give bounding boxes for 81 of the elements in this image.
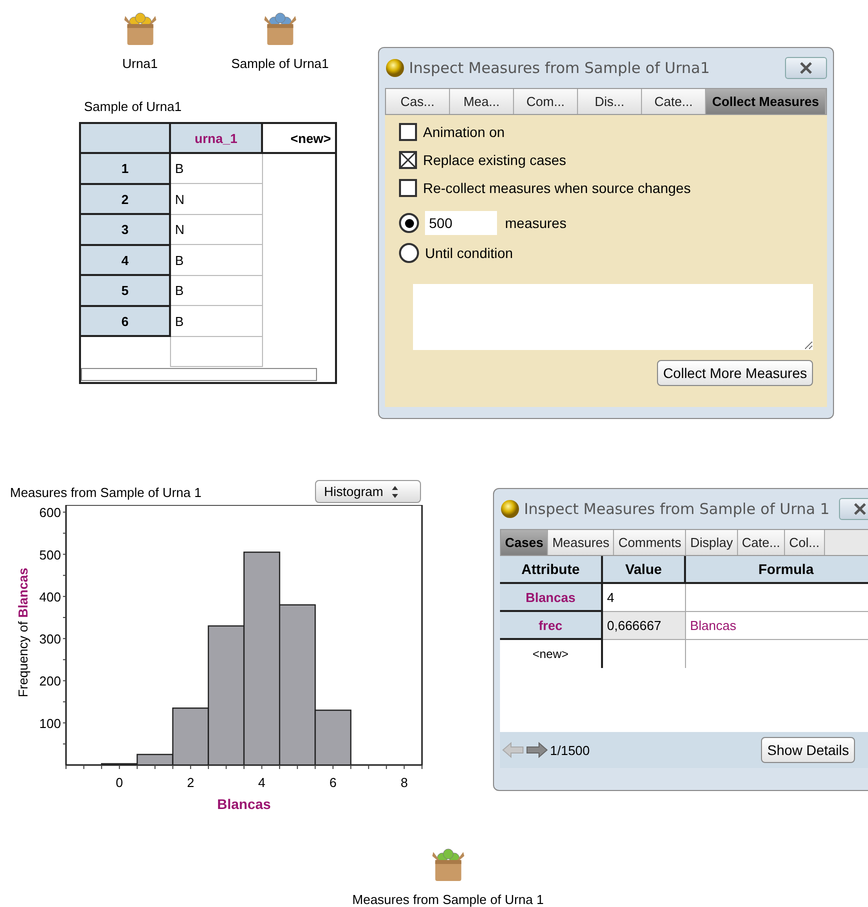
checkbox-label: Animation on: [423, 124, 505, 140]
attribute-name[interactable]: frec: [500, 612, 603, 640]
table-cell[interactable]: 0,666667: [603, 612, 686, 640]
tab[interactable]: Collect Measures: [706, 89, 826, 114]
column-header: Attribute: [500, 556, 603, 584]
tab[interactable]: Mea...: [450, 89, 514, 114]
case-counter: 1/1500: [550, 742, 590, 758]
box-icon[interactable]: [123, 10, 157, 46]
plot-type-dropdown[interactable]: Histogram: [315, 480, 421, 503]
tab[interactable]: Cas...: [386, 89, 450, 114]
graph-title: Measures from Sample of Urna 1: [10, 485, 202, 500]
tick-label: 2: [186, 775, 194, 790]
icon-label: Urna1: [122, 56, 158, 71]
stepper-icon: [391, 484, 400, 498]
row-number: 1: [80, 153, 170, 184]
condition-field[interactable]: [413, 284, 813, 350]
icon-label: Sample of Urna1: [231, 56, 329, 71]
tick-label: 300: [39, 632, 61, 647]
icon-label: Measures from Sample of Urna 1: [352, 892, 544, 907]
tab[interactable]: Col...: [785, 530, 825, 555]
column-header[interactable]: urna_1: [170, 123, 262, 154]
checkbox[interactable]: [399, 179, 417, 197]
row-number: 5: [80, 275, 170, 306]
row-number: 3: [80, 214, 170, 245]
checkbox[interactable]: [399, 123, 417, 141]
radio-button[interactable]: [399, 243, 419, 263]
tab[interactable]: Cate...: [642, 89, 706, 114]
next-arrow-icon[interactable]: [526, 742, 548, 758]
attribute-name[interactable]: Blancas: [500, 584, 603, 612]
tab[interactable]: Cate...: [738, 530, 786, 555]
column-header: Value: [603, 556, 686, 584]
table-cell[interactable]: B: [170, 275, 262, 306]
bulb-icon: [500, 499, 520, 519]
tab[interactable]: Cases: [501, 530, 548, 555]
table-cell[interactable]: N: [170, 184, 262, 214]
box-icon[interactable]: [263, 10, 297, 46]
tick-label: 8: [400, 775, 408, 790]
tab[interactable]: Dis...: [578, 89, 642, 114]
scroll-bar[interactable]: [81, 368, 317, 381]
checkbox[interactable]: [399, 151, 417, 169]
tick-label: 100: [39, 716, 61, 731]
row-number: 2: [80, 184, 170, 214]
window-title: Inspect Measures from Sample of Urna1: [409, 59, 711, 77]
tick-label: 200: [39, 674, 61, 689]
row-number: 4: [80, 244, 170, 276]
close-icon: [798, 62, 814, 74]
bulb-icon: [385, 58, 405, 78]
tick-label: 6: [329, 775, 337, 790]
table-cell[interactable]: B: [170, 244, 262, 276]
new-attribute-cell[interactable]: <new>: [500, 640, 603, 668]
axis-label: Blancas: [217, 796, 271, 812]
tick-label: 0: [116, 775, 124, 790]
window-title: Inspect Measures from Sample of Urna 1: [524, 500, 831, 518]
formula-cell[interactable]: Blancas: [686, 612, 868, 640]
close-button[interactable]: [785, 57, 827, 79]
row-number: 6: [80, 306, 170, 336]
axis-label: Frequency of Blancas: [16, 566, 30, 700]
tick-label: 600: [39, 505, 61, 520]
checkbox-label: Re-collect measures when source changes: [423, 180, 691, 196]
tab[interactable]: Display: [686, 530, 738, 555]
tab[interactable]: Measures: [548, 530, 614, 555]
count-field[interactable]: 500: [425, 211, 497, 235]
tick-label: 400: [39, 589, 61, 604]
table-cell[interactable]: B: [170, 153, 262, 184]
radio-button[interactable]: [399, 213, 419, 233]
details-button[interactable]: Show Details: [761, 737, 855, 763]
table-cell[interactable]: B: [170, 306, 262, 336]
tab[interactable]: Com...: [514, 89, 578, 114]
close-icon: [852, 503, 868, 515]
table-cell[interactable]: N: [170, 214, 262, 245]
table-title: Sample of Urna1: [84, 99, 182, 114]
radio-label: Until condition: [425, 245, 513, 261]
radio-label: measures: [505, 215, 566, 231]
tab[interactable]: Comments: [614, 530, 686, 555]
collect-button[interactable]: Collect More Measures: [657, 360, 813, 386]
checkbox-label: Replace existing cases: [423, 152, 566, 168]
column-header: Formula: [686, 556, 868, 584]
tick-label: 500: [39, 547, 61, 562]
column-header[interactable]: <new>: [262, 123, 336, 154]
box-icon[interactable]: [431, 846, 465, 882]
tick-label: 4: [258, 775, 266, 790]
